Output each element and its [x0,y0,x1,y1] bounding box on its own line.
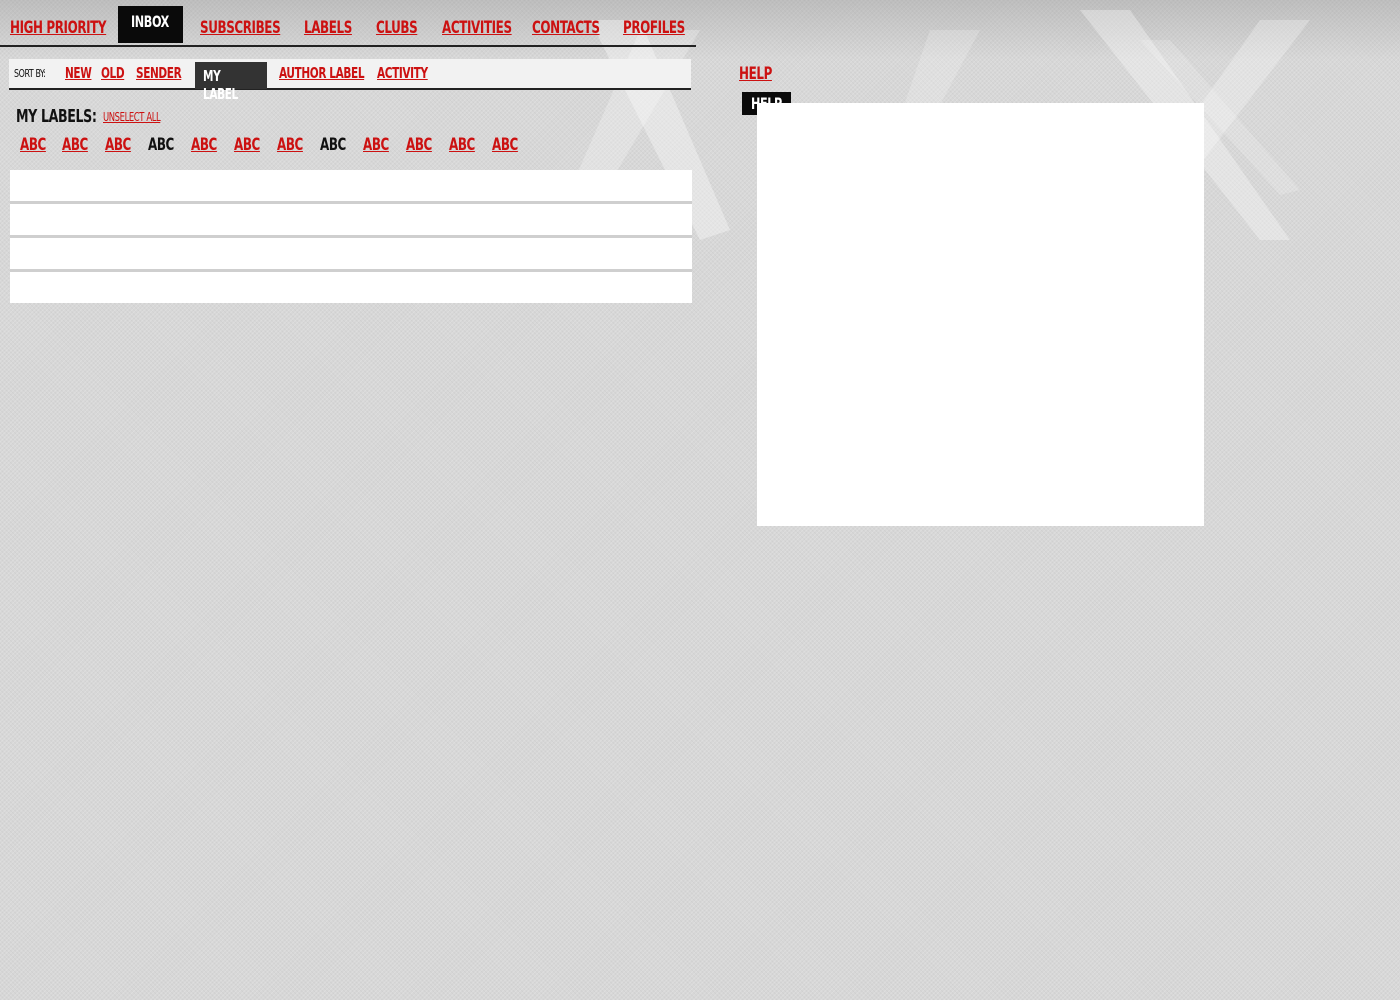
sort-bar: SORT BY: NEW OLD SENDER MY LABEL AUTHOR … [9,59,691,103]
nav-labels[interactable]: LABELS [304,17,352,39]
label-filter-item[interactable]: ABC [105,135,131,155]
nav-contacts[interactable]: CONTACTS [532,17,600,39]
sort-sender[interactable]: SENDER [136,64,182,82]
help-panel [757,103,1204,526]
sort-my-label-text: MY LABEL [203,67,238,103]
label-filter-item[interactable]: ABC [320,135,346,155]
label-filter-item[interactable]: ABC [234,135,260,155]
message-row[interactable] [10,170,692,204]
label-filter-item[interactable]: ABC [20,135,46,155]
sort-author-label[interactable]: AUTHOR LABEL [279,64,365,82]
message-row[interactable] [10,272,692,303]
sort-new[interactable]: NEW [65,64,92,82]
nav-clubs[interactable]: CLUBS [376,17,418,39]
label-filter-item[interactable]: ABC [406,135,432,155]
nav-subscribes[interactable]: SUBSCRIBES [200,17,281,39]
sort-activity[interactable]: ACTIVITY [377,64,428,82]
help-link[interactable]: HELP [739,64,772,84]
label-filter-item[interactable]: ABC [191,135,217,155]
nav-profiles[interactable]: PROFILES [623,17,685,39]
my-labels-title: MY LABELS: [16,106,97,127]
message-row[interactable] [10,238,692,272]
nav-activities[interactable]: ACTIVITIES [442,17,512,39]
nav-inbox-active-tab[interactable]: INBOX [118,6,183,43]
label-filter-item[interactable]: ABC [148,135,174,155]
label-filter-item[interactable]: ABC [449,135,475,155]
nav-high-priority[interactable]: HIGH PRIORITY [10,17,107,39]
sort-my-label-selected[interactable]: MY LABEL [195,62,267,103]
label-filter-item[interactable]: ABC [492,135,518,155]
top-navigation: HIGH PRIORITY INBOX SUBSCRIBES LABELS CL… [0,0,696,47]
unselect-all-link[interactable]: UNSELECT ALL [103,110,161,124]
sort-by-label: SORT BY: [14,67,46,80]
message-row[interactable] [10,204,692,238]
sort-old[interactable]: OLD [101,64,125,82]
label-filter-item[interactable]: ABC [363,135,389,155]
nav-inbox-label: INBOX [131,12,169,31]
label-filter-item[interactable]: ABC [62,135,88,155]
label-filter-item[interactable]: ABC [277,135,303,155]
